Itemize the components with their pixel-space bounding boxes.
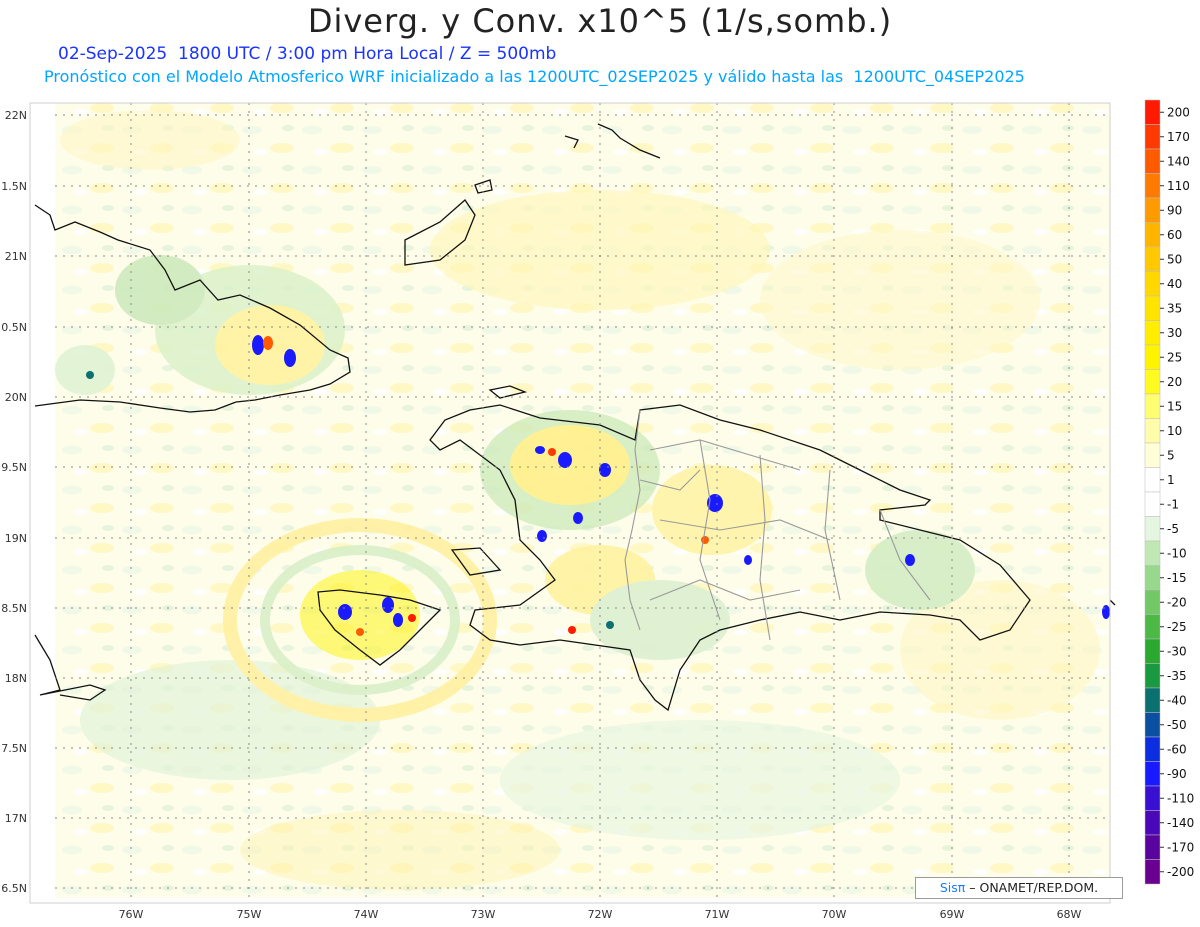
- color-legend: 200 170 140 110 90 60 50 40 35 30 25 20 15 10 5 1 -1 -5 -1…: [1144, 99, 1194, 885]
- legend-swatch: [1144, 124, 1161, 150]
- legend-swatch: [1144, 173, 1161, 199]
- legend-label: -20: [1167, 595, 1187, 609]
- legend-swatch: [1144, 442, 1161, 468]
- legend-swatch: [1144, 271, 1161, 297]
- lat-label: 6.5N: [1, 882, 27, 895]
- legend-label: -15: [1167, 571, 1187, 585]
- legend-label: -35: [1167, 669, 1187, 683]
- legend-label: 110: [1167, 179, 1190, 193]
- lat-axis: 22N 1.5N 21N 0.5N 20N 9.5N 19N 8.5N 18N …: [1, 109, 27, 895]
- lat-label: 18N: [5, 672, 27, 685]
- lon-label: 74W: [354, 908, 379, 921]
- legend-swatch: [1144, 663, 1161, 689]
- legend-label: 35: [1167, 301, 1182, 315]
- legend-swatch: [1144, 614, 1161, 640]
- legend-label: 5: [1167, 448, 1175, 462]
- legend-label: 30: [1167, 326, 1182, 340]
- legend-label: -110: [1167, 791, 1194, 805]
- legend-swatch: [1144, 565, 1161, 591]
- legend-label: 90: [1167, 203, 1182, 217]
- legend-label: -60: [1167, 742, 1187, 756]
- lat-label: 17N: [5, 812, 27, 825]
- legend-label: -40: [1167, 693, 1187, 707]
- legend-label: 60: [1167, 228, 1182, 242]
- legend-swatch: [1144, 834, 1161, 860]
- legend-swatch: [1144, 712, 1161, 738]
- legend-swatch: [1144, 859, 1161, 885]
- legend-label: 20: [1167, 375, 1182, 389]
- legend-swatch: [1144, 99, 1161, 125]
- legend-label: -200: [1167, 865, 1194, 879]
- puerto-rico-west: [1109, 599, 1116, 606]
- legend-label: -1: [1167, 497, 1179, 511]
- lon-axis: 76W 75W 74W 73W 72W 71W 70W 69W 68W: [119, 908, 1082, 921]
- legend-label: 1: [1167, 473, 1175, 487]
- legend-label: -90: [1167, 767, 1187, 781]
- lat-label: 21N: [5, 250, 27, 263]
- credit-box: Sisπ – ONAMET/REP.DOM.: [915, 877, 1123, 899]
- legend-label: 50: [1167, 252, 1182, 266]
- lon-label: 76W: [119, 908, 144, 921]
- lon-label: 71W: [705, 908, 730, 921]
- legend-swatch: [1144, 320, 1161, 346]
- credit-text: – ONAMET/REP.DOM.: [965, 880, 1099, 895]
- legend-swatch: [1144, 761, 1161, 787]
- legend-swatch: [1144, 810, 1161, 836]
- sispi-logo-text: Sisπ: [939, 880, 966, 895]
- lat-label: 22N: [5, 109, 27, 122]
- legend-swatch: [1144, 785, 1161, 811]
- legend-swatch: [1144, 467, 1161, 493]
- legend-swatch: [1144, 148, 1161, 174]
- legend-label: 40: [1167, 277, 1182, 291]
- legend-swatch: [1144, 638, 1161, 664]
- legend-swatch: [1144, 246, 1161, 272]
- legend-swatch: [1144, 589, 1161, 615]
- lat-label: 8.5N: [1, 602, 27, 615]
- lon-label: 75W: [237, 908, 262, 921]
- legend-label: 25: [1167, 350, 1182, 364]
- legend-swatch: [1144, 369, 1161, 395]
- legend-label: -140: [1167, 816, 1194, 830]
- legend-label: 140: [1167, 154, 1190, 168]
- legend-swatch: [1144, 491, 1161, 517]
- lon-label: 73W: [471, 908, 496, 921]
- lon-label: 69W: [940, 908, 965, 921]
- legend-swatch: [1144, 344, 1161, 370]
- legend-swatch: [1144, 393, 1161, 419]
- legend-swatch: [1144, 295, 1161, 321]
- lat-label: 19N: [5, 532, 27, 545]
- legend-swatch: [1144, 516, 1161, 542]
- lat-label: 0.5N: [1, 321, 27, 334]
- legend-swatch: [1144, 540, 1161, 566]
- legend-label: -30: [1167, 644, 1187, 658]
- lon-label: 72W: [588, 908, 613, 921]
- legend-label: -10: [1167, 546, 1187, 560]
- legend-label: 15: [1167, 399, 1182, 413]
- legend-swatch: [1144, 197, 1161, 223]
- legend-swatch: [1144, 418, 1161, 444]
- lat-label: 7.5N: [1, 742, 27, 755]
- lat-label: 1.5N: [1, 180, 27, 193]
- legend-swatch: [1144, 687, 1161, 713]
- lat-label: 20N: [5, 391, 27, 404]
- legend-label: -25: [1167, 620, 1187, 634]
- lon-label: 70W: [822, 908, 847, 921]
- legend-label: -5: [1167, 522, 1179, 536]
- legend-label: -50: [1167, 718, 1187, 732]
- legend-swatch: [1144, 736, 1161, 762]
- divergence-map: 22N 1.5N 21N 0.5N 20N 9.5N 19N 8.5N 18N …: [1, 99, 1194, 921]
- lat-label: 9.5N: [1, 461, 27, 474]
- legend-label: 170: [1167, 130, 1190, 144]
- legend-swatch: [1144, 222, 1161, 248]
- legend-label: 200: [1167, 105, 1190, 119]
- lon-label: 68W: [1057, 908, 1082, 921]
- legend-label: 10: [1167, 424, 1182, 438]
- legend-label: -170: [1167, 840, 1194, 854]
